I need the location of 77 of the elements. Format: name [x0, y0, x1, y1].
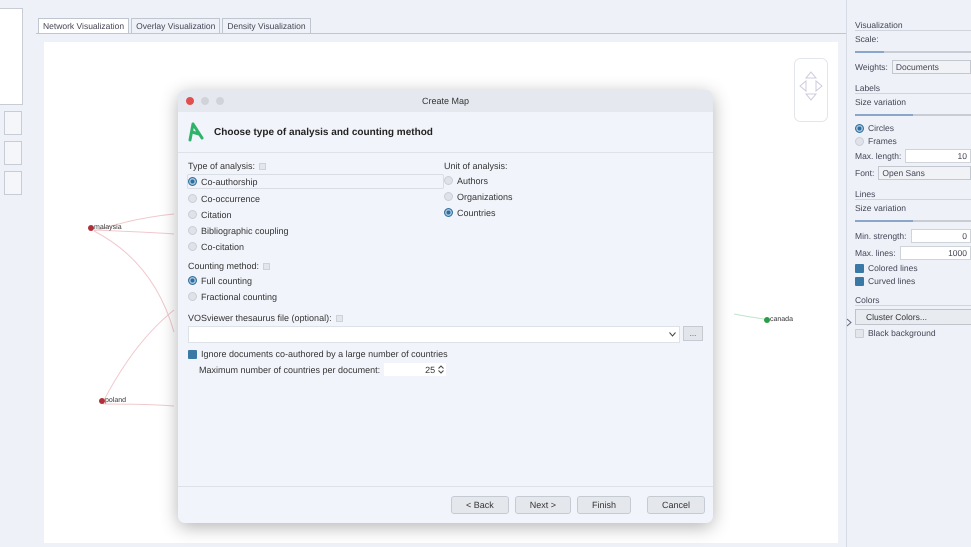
help-icon[interactable] — [259, 162, 266, 170]
network-node[interactable] — [99, 398, 105, 404]
dialog-button[interactable]: Cancel — [646, 496, 705, 514]
option-label: Co-authorship — [201, 176, 258, 186]
file-combo-field[interactable] — [188, 326, 680, 343]
option-label: Fractional counting — [201, 292, 278, 302]
slider[interactable] — [855, 49, 971, 55]
dropdown[interactable]: Documents — [892, 60, 971, 74]
field-label: Weights: — [855, 62, 888, 72]
chevron-icon[interactable] — [846, 318, 852, 327]
field-label: Size variation — [855, 97, 908, 107]
dialog-button[interactable]: Next > — [514, 496, 571, 514]
number-spinner[interactable]: 25 — [384, 363, 446, 376]
chevron-down-icon — [669, 332, 676, 337]
field-label: Scale: — [855, 34, 880, 44]
spinner-arrows-icon[interactable] — [438, 365, 444, 374]
app-logo-icon — [188, 122, 204, 142]
field-label: Max. length: — [855, 151, 902, 161]
checkbox-label: Black background — [868, 328, 936, 338]
section-heading: Lines — [855, 189, 971, 200]
help-icon[interactable] — [263, 262, 270, 270]
cluster-colors-button[interactable]: Cluster Colors... — [855, 309, 971, 325]
field-label: Min. strength: — [855, 231, 906, 241]
option-label: Circles — [868, 123, 894, 133]
checkbox[interactable] — [188, 350, 197, 358]
side-control[interactable] — [4, 141, 22, 165]
option-label: Organizations — [457, 192, 513, 202]
radio-button[interactable] — [855, 124, 864, 132]
network-edge — [734, 314, 764, 320]
pan-control-icon[interactable] — [794, 58, 828, 122]
network-node[interactable] — [88, 224, 94, 230]
group-label: Unit of analysis: — [444, 161, 508, 171]
checkbox-label: Ignore documents co-authored by a large number of countries — [201, 349, 448, 359]
field-label: Font: — [855, 168, 874, 178]
section-heading: Visualization — [855, 20, 971, 31]
checkbox-label: Colored lines — [868, 263, 918, 273]
radio-button[interactable] — [188, 177, 197, 186]
close-button[interactable] — [186, 97, 194, 105]
field-label: Maximum number of countries per document: — [199, 364, 380, 374]
section-heading: Labels — [855, 83, 971, 94]
field-label: VOSviewer thesaurus file (optional): — [188, 313, 332, 323]
option-label: Countries — [457, 208, 496, 218]
field-label: Max. lines: — [855, 248, 896, 258]
tab[interactable]: Density Visualization — [222, 18, 311, 33]
dropdown[interactable]: Open Sans — [878, 166, 971, 180]
field-label: Size variation — [855, 203, 908, 213]
slider[interactable] — [855, 218, 971, 224]
checkbox[interactable] — [855, 264, 864, 272]
radio-button[interactable] — [444, 208, 453, 217]
network-node[interactable] — [764, 316, 770, 322]
window-title: Create Map — [422, 96, 470, 106]
number-field[interactable]: 10 — [905, 149, 971, 163]
slider[interactable] — [855, 112, 971, 118]
option-label: Co-occurrence — [201, 194, 260, 204]
dialog-button[interactable]: < Back — [450, 496, 509, 514]
checkbox[interactable] — [855, 276, 864, 286]
tab[interactable]: Overlay Visualization — [131, 18, 220, 33]
group-label: Type of analysis: — [188, 161, 256, 171]
option-label: Bibliographic coupling — [201, 226, 289, 236]
section-heading: Colors — [855, 295, 971, 306]
number-field[interactable]: 1000 — [900, 246, 971, 260]
browse-button[interactable]: ... — [683, 326, 703, 341]
dialog-button[interactable]: Finish — [576, 496, 631, 514]
dialog-heading: Choose type of analysis and counting method — [214, 126, 433, 138]
radio-button[interactable] — [188, 276, 197, 285]
number-field[interactable]: 0 — [910, 229, 971, 243]
option-label: Co-citation — [201, 242, 244, 252]
checkbox-label: Curved lines — [868, 276, 916, 286]
side-control[interactable] — [4, 171, 22, 195]
option-label: Frames — [868, 136, 897, 146]
side-control[interactable] — [4, 111, 22, 135]
option-label: Authors — [457, 176, 488, 186]
option-label: Full counting — [201, 276, 252, 286]
tab[interactable]: Network Visualization — [38, 18, 130, 33]
help-icon[interactable] — [336, 314, 343, 322]
option-label: Citation — [201, 210, 232, 220]
group-label: Counting method: — [188, 261, 260, 271]
